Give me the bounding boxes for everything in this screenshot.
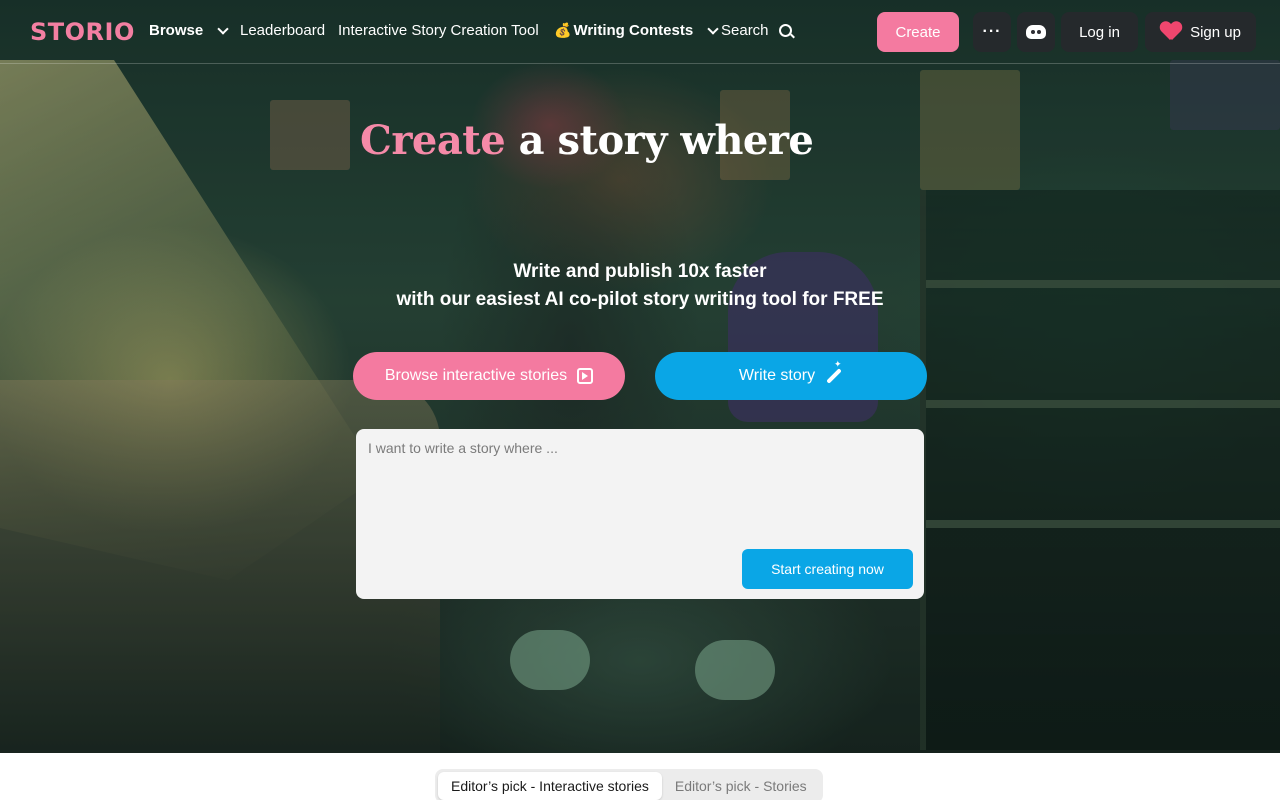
tab-interactive-stories[interactable]: Editor’s pick - Interactive stories [438,772,662,800]
story-creation-tool-link[interactable]: Interactive Story Creation Tool [338,22,539,39]
leaderboard-link[interactable]: Leaderboard [240,22,325,39]
story-prompt-input[interactable]: I want to write a story where ... [368,440,558,456]
heart-icon [1160,22,1182,42]
story-tool-label: Interactive Story Creation Tool [338,22,539,39]
magic-wand-icon [826,368,842,384]
top-navbar: STORIO Browse Leaderboard Interactive St… [0,0,1280,64]
write-story-button[interactable]: Write story [655,352,927,400]
more-icon: ··· [982,23,1002,40]
writing-contests-menu[interactable]: 💰 Writing Contests [554,22,719,39]
create-button[interactable]: Create [877,12,959,52]
hero-subline-2: with our easiest AI co-pilot story writi… [396,289,884,310]
login-button[interactable]: Log in [1061,12,1138,52]
start-creating-button[interactable]: Start creating now [742,549,913,589]
headline-rest: a story where [505,117,814,164]
storio-logo[interactable]: STORIO [30,18,135,46]
browse-label: Browse [149,22,204,39]
tab-stories[interactable]: Editor’s pick - Stories [662,772,820,800]
chevron-down-icon [217,22,229,35]
hero-section: STORIO Browse Leaderboard Interactive St… [0,0,1280,753]
hero-subline-1: Write and publish 10x faster [513,261,767,282]
story-prompt-box: I want to write a story where ... Start … [356,429,924,599]
search-label: Search [721,22,769,39]
signup-button[interactable]: Sign up [1145,12,1256,52]
hero-overlay [0,0,1280,753]
discord-button[interactable] [1017,12,1055,52]
login-label: Log in [1079,23,1120,41]
browse-menu[interactable]: Browse [149,22,229,39]
write-story-label: Write story [738,367,816,384]
money-bag-icon: 💰 [554,22,572,38]
editors-pick-tabs: Editor’s pick - Interactive stories Edit… [435,769,823,800]
browse-stories-label: Browse interactive stories [384,367,568,384]
leaderboard-label: Leaderboard [240,22,326,39]
headline-accent: Create [360,117,506,164]
search-icon [778,24,792,37]
search-button[interactable]: Search [721,22,792,39]
writing-contests-label: Writing Contests [573,22,694,39]
play-stack-icon [577,368,594,384]
signup-label: Sign up [1190,23,1241,41]
hero-headline: Create a story where [360,117,814,164]
discord-icon [1026,25,1046,39]
browse-interactive-stories-button[interactable]: Browse interactive stories [353,352,625,400]
more-options-button[interactable]: ··· [973,12,1011,52]
chevron-down-icon [707,22,719,35]
